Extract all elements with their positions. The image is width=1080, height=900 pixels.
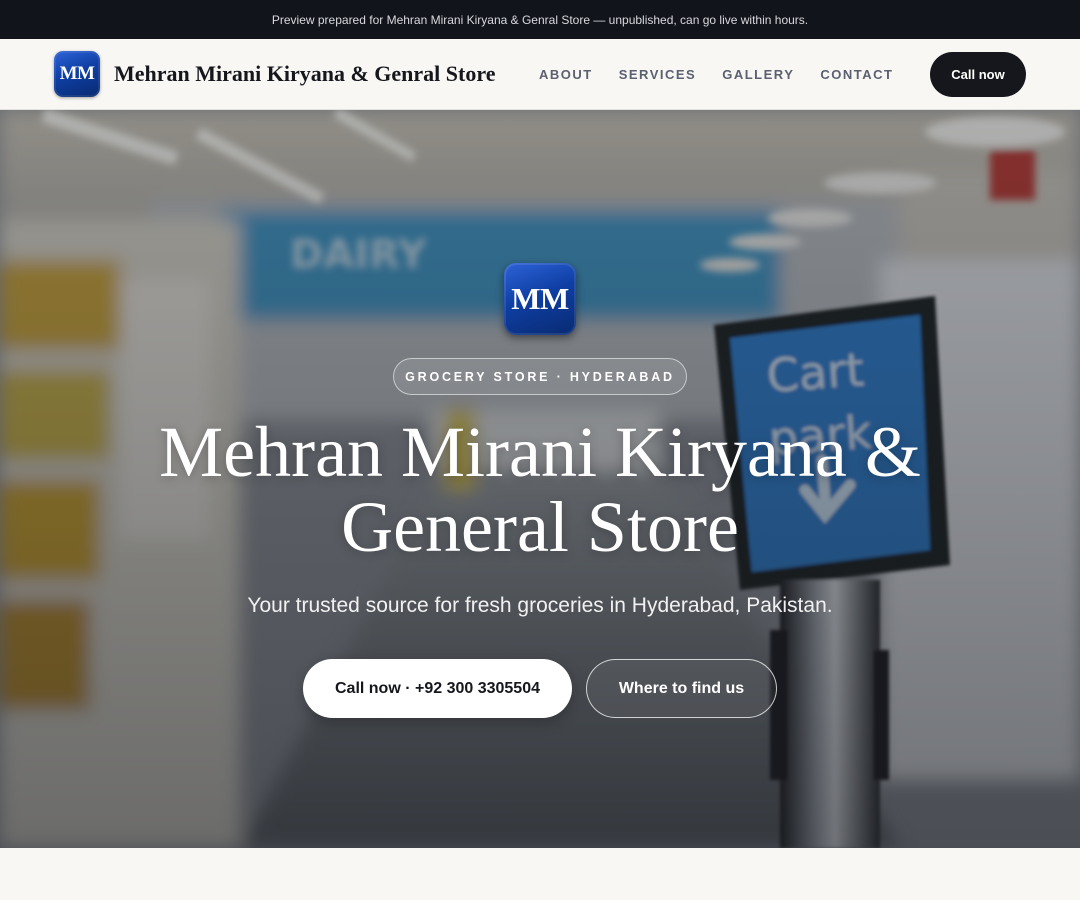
nav-services[interactable]: SERVICES <box>619 67 697 82</box>
hero-subtitle: Your trusted source for fresh groceries … <box>247 594 833 617</box>
brand-logo[interactable]: MM <box>54 51 100 97</box>
next-section <box>0 848 1080 900</box>
hero-find-us-button[interactable]: Where to find us <box>586 659 777 718</box>
nav-contact[interactable]: CONTACT <box>820 67 893 82</box>
header-call-button[interactable]: Call now <box>930 52 1026 97</box>
brand-name[interactable]: Mehran Mirani Kiryana & Genral Store <box>114 61 496 87</box>
hero-logo: MM <box>504 263 576 335</box>
hero-section: DAIRY Cart park MM GROCERY STORE · HYDER… <box>0 110 1080 848</box>
nav-about[interactable]: ABOUT <box>539 67 593 82</box>
hero-call-button[interactable]: Call now · +92 300 3305504 <box>303 659 572 718</box>
preview-banner: Preview prepared for Mehran Mirani Kirya… <box>0 0 1080 39</box>
hero-title: Mehran Mirani Kiryana & General Store <box>159 412 921 567</box>
nav-gallery[interactable]: GALLERY <box>722 67 794 82</box>
site-header: MM Mehran Mirani Kiryana & Genral Store … <box>0 39 1080 110</box>
main-nav: ABOUT SERVICES GALLERY CONTACT <box>539 39 893 110</box>
hero-eyebrow-pill: GROCERY STORE · HYDERABAD <box>393 358 687 395</box>
preview-banner-text: Preview prepared for Mehran Mirani Kirya… <box>271 12 809 27</box>
